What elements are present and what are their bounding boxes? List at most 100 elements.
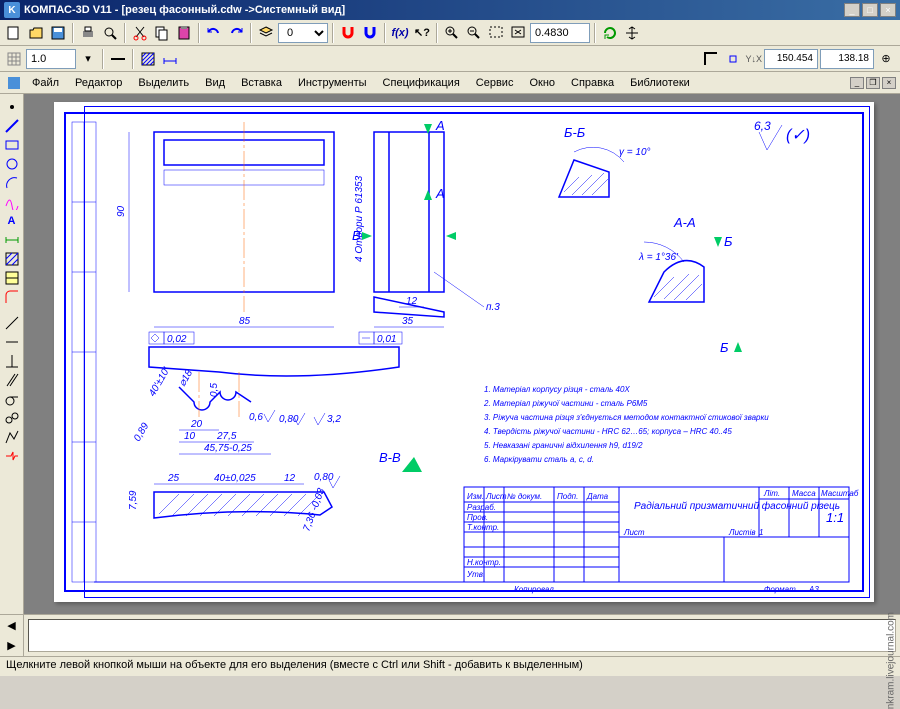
save-button[interactable] [48, 23, 68, 43]
svg-text:Пров.: Пров. [467, 513, 488, 522]
canvas-area[interactable]: 90 85 А А В [24, 94, 900, 614]
grid-icon[interactable] [4, 49, 24, 69]
svg-text:3,2: 3,2 [327, 414, 341, 425]
status-bar: Щелкните левой кнопкой мыши на объекте д… [0, 656, 900, 676]
tool-table-icon[interactable] [2, 269, 22, 287]
tool-fillet-icon[interactable] [2, 288, 22, 306]
svg-text:7,59: 7,59 [128, 490, 139, 510]
menu-help[interactable]: Справка [563, 75, 622, 91]
preview-button[interactable] [100, 23, 120, 43]
svg-text:Копировал: Копировал [514, 585, 554, 594]
dim-button[interactable] [160, 49, 180, 69]
svg-text:0,02: 0,02 [167, 334, 187, 345]
cmd-icon1[interactable]: ◀ [2, 617, 22, 635]
svg-text:1:1: 1:1 [826, 510, 844, 525]
magnet-on-icon[interactable] [338, 23, 358, 43]
ortho-icon[interactable] [701, 49, 721, 69]
zoom-window-icon[interactable] [486, 23, 506, 43]
refresh-icon[interactable] [600, 23, 620, 43]
linestyle-button[interactable] [108, 49, 128, 69]
tool-line-icon[interactable] [2, 117, 22, 135]
coord-y[interactable] [820, 49, 874, 69]
zoom-fit-icon[interactable] [508, 23, 528, 43]
tool-text-icon[interactable]: A [2, 212, 22, 230]
zoom-combo[interactable] [530, 23, 590, 43]
tool-arc-icon[interactable] [2, 174, 22, 192]
command-input[interactable] [28, 619, 896, 652]
tool-tan2-icon[interactable] [2, 409, 22, 427]
maximize-button[interactable]: □ [862, 3, 878, 17]
menu-libs[interactable]: Библиотеки [622, 75, 698, 91]
help-cursor-icon[interactable]: ↖? [412, 23, 432, 43]
mdi-minimize[interactable]: _ [850, 77, 864, 89]
tool-break-icon[interactable] [2, 447, 22, 465]
open-button[interactable] [26, 23, 46, 43]
tool-dim-icon[interactable] [2, 231, 22, 249]
tool-seg2-icon[interactable] [2, 333, 22, 351]
menu-icon[interactable] [4, 73, 24, 93]
print-button[interactable] [78, 23, 98, 43]
magnet-off-icon[interactable] [360, 23, 380, 43]
tool-tan-icon[interactable] [2, 390, 22, 408]
menu-window[interactable]: Окно [521, 75, 563, 91]
tool-seg1-icon[interactable] [2, 314, 22, 332]
svg-text:Дата: Дата [586, 492, 609, 501]
redo-button[interactable] [226, 23, 246, 43]
undo-button[interactable] [204, 23, 224, 43]
app-icon: K [4, 2, 20, 18]
svg-text:25: 25 [167, 473, 180, 484]
zoom-out-icon[interactable] [464, 23, 484, 43]
snap-icon[interactable] [723, 49, 743, 69]
pan-icon[interactable] [622, 23, 642, 43]
close-button[interactable]: × [880, 3, 896, 17]
mdi-restore[interactable]: ❐ [866, 77, 880, 89]
coord-x[interactable] [764, 49, 818, 69]
svg-text:45,75-0,25: 45,75-0,25 [204, 443, 252, 454]
svg-text:Масса: Масса [792, 489, 816, 498]
hatch-button[interactable] [138, 49, 158, 69]
minimize-button[interactable]: _ [844, 3, 860, 17]
coord-lock-icon[interactable]: ⊕ [876, 49, 896, 69]
svg-text:А-А: А-А [673, 215, 696, 230]
layers-button[interactable] [256, 23, 276, 43]
menu-edit[interactable]: Редактор [67, 75, 130, 91]
mdi-close[interactable]: × [882, 77, 896, 89]
tool-poly-icon[interactable] [2, 428, 22, 446]
svg-text:10: 10 [184, 431, 196, 442]
svg-text:Літ.: Літ. [763, 489, 780, 498]
svg-text:А: А [435, 186, 445, 201]
watermark: nkram.livejournal.com [885, 612, 896, 709]
scale-combo[interactable] [26, 49, 76, 69]
menu-file[interactable]: Файл [24, 75, 67, 91]
svg-text:Н.контр.: Н.контр. [467, 558, 501, 567]
svg-text:Б: Б [720, 340, 729, 355]
menu-tools[interactable]: Инструменты [290, 75, 375, 91]
zoom-in-icon[interactable] [442, 23, 462, 43]
tool-hatch-icon[interactable] [2, 250, 22, 268]
svg-text:Масштаб: Масштаб [821, 489, 859, 498]
dropdown-icon[interactable]: ▾ [78, 49, 98, 69]
tool-par-icon[interactable] [2, 371, 22, 389]
paste-button[interactable] [174, 23, 194, 43]
svg-text:3. Ріжуча частина різця з'єдну: 3. Ріжуча частина різця з'єднується мето… [484, 413, 769, 422]
menu-insert[interactable]: Вставка [233, 75, 290, 91]
new-button[interactable] [4, 23, 24, 43]
menu-service[interactable]: Сервис [468, 75, 522, 91]
cut-button[interactable] [130, 23, 150, 43]
fx-button[interactable]: f(x) [390, 23, 410, 43]
tool-spline-icon[interactable] [2, 193, 22, 211]
layer-combo[interactable]: 0 [278, 23, 328, 43]
copy-button[interactable] [152, 23, 172, 43]
menu-view[interactable]: Вид [197, 75, 233, 91]
tool-point-icon[interactable] [2, 98, 22, 116]
svg-text:40'±10': 40'±10' [147, 365, 173, 399]
svg-text:40±0,025: 40±0,025 [214, 473, 256, 484]
tool-circle-icon[interactable] [2, 155, 22, 173]
svg-text:0,6: 0,6 [249, 412, 263, 423]
menu-select[interactable]: Выделить [130, 75, 197, 91]
tool-rect-icon[interactable] [2, 136, 22, 154]
menu-spec[interactable]: Спецификация [375, 75, 468, 91]
svg-text:(✓): (✓) [786, 127, 810, 144]
tool-perp-icon[interactable] [2, 352, 22, 370]
svg-text:85: 85 [239, 316, 251, 327]
